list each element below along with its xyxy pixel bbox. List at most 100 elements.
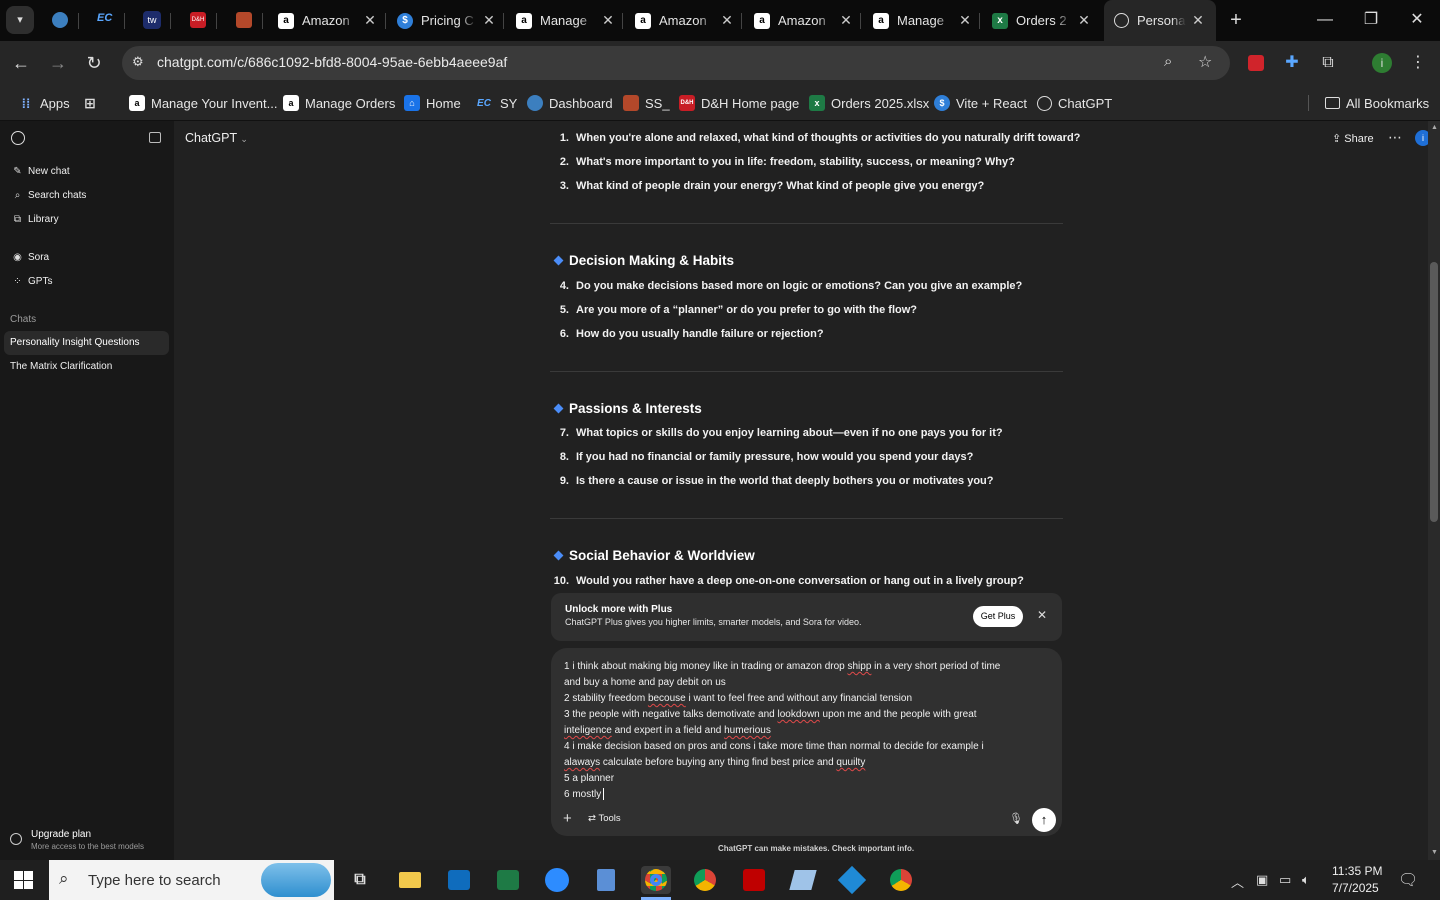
- bookmark-sy[interactable]: EC SY: [474, 93, 517, 113]
- tab-orders[interactable]: x Orders 2 ✕: [992, 6, 1092, 35]
- excel-icon[interactable]: [493, 866, 523, 894]
- extension-red-icon[interactable]: [1244, 51, 1268, 75]
- get-plus-button[interactable]: Get Plus: [973, 606, 1023, 627]
- tab-groups-icon: ⊞: [84, 94, 96, 111]
- model-selector[interactable]: ChatGPT ⌄: [185, 131, 248, 145]
- close-tab-icon[interactable]: ✕: [362, 12, 378, 29]
- task-view-icon[interactable]: ⧉: [345, 866, 375, 894]
- bookmark-ss[interactable]: SS_: [623, 93, 670, 113]
- restore-button[interactable]: ❐: [1356, 8, 1386, 32]
- bookmark-manage-orders[interactable]: a Manage Orders: [283, 93, 395, 113]
- bookmark-dh-home[interactable]: D&H D&H Home page: [679, 93, 799, 113]
- share-button[interactable]: ⇪ Share: [1332, 132, 1374, 145]
- tab-manage-1[interactable]: a Manage ✕: [516, 6, 616, 35]
- close-tab-icon[interactable]: ✕: [719, 12, 735, 29]
- bookmark-orders-xlsx[interactable]: x Orders 2025.xlsx: [809, 93, 929, 113]
- address-bar[interactable]: ⚙ chatgpt.com/c/686c1092-bfd8-8004-95ae-…: [122, 46, 1230, 80]
- notifications-icon[interactable]: 🗨︎: [1398, 870, 1418, 890]
- tools-button[interactable]: ⇄ Tools: [588, 813, 621, 824]
- calculator-icon[interactable]: [591, 866, 621, 894]
- clock-date[interactable]: 7/7/2025: [1332, 881, 1379, 895]
- chrome-icon[interactable]: [690, 866, 720, 894]
- clock-time[interactable]: 11:35 PM: [1332, 864, 1382, 878]
- scrollbar-thumb[interactable]: [1430, 262, 1438, 522]
- search-chats-button[interactable]: ⌕ Search chats: [12, 190, 87, 201]
- more-options-icon[interactable]: ⋯: [1388, 129, 1402, 146]
- windows-start-icon[interactable]: [14, 871, 33, 889]
- taskbar-search-box[interactable]: ⌕ Type here to search: [49, 860, 334, 900]
- bookmark-manage-inventory[interactable]: a Manage Your Invent...: [129, 93, 277, 113]
- new-chat-button[interactable]: ✎ New chat: [12, 166, 69, 177]
- bookmark-star-icon[interactable]: ☆: [1198, 52, 1212, 72]
- url-text[interactable]: chatgpt.com/c/686c1092-bfd8-8004-95ae-6e…: [157, 54, 507, 70]
- tab-amazon-1[interactable]: a Amazon ✕: [278, 6, 378, 35]
- browser-menu-icon[interactable]: ⋮: [1406, 51, 1430, 75]
- library-button[interactable]: ⧉ Library: [12, 214, 59, 225]
- show-hidden-icons[interactable]: ︿: [1231, 872, 1244, 891]
- close-tab-icon[interactable]: ✕: [838, 12, 854, 29]
- chat-item[interactable]: The Matrix Clarification: [10, 361, 112, 372]
- tab-personality-active[interactable]: Personali ✕: [1104, 0, 1216, 41]
- site-info-icon[interactable]: ⚙: [132, 54, 144, 70]
- gpts-button[interactable]: ⁘ GPTs: [12, 276, 52, 287]
- close-sidebar-icon[interactable]: [149, 132, 161, 143]
- chrome-icon-active[interactable]: [641, 866, 671, 894]
- close-tab-icon[interactable]: ✕: [1076, 12, 1092, 29]
- tab-pricing[interactable]: $ Pricing C ✕: [397, 6, 497, 35]
- outlook-icon[interactable]: [444, 866, 474, 894]
- page-scrollbar[interactable]: ▲ ▼: [1428, 121, 1440, 860]
- pinned-tab-ec[interactable]: EC: [97, 12, 115, 28]
- filezilla-icon[interactable]: [739, 866, 769, 894]
- close-window-button[interactable]: ✕: [1402, 8, 1432, 32]
- close-tab-icon[interactable]: ✕: [957, 12, 973, 29]
- tray-network-warning-icon[interactable]: ▣: [1256, 872, 1268, 888]
- bookmark-home[interactable]: ⌂ Home: [404, 93, 461, 113]
- pinned-tab-dashboard[interactable]: [52, 12, 68, 28]
- bookmark-chatgpt[interactable]: ChatGPT: [1037, 93, 1112, 113]
- forward-button[interactable]: →: [45, 51, 71, 75]
- bookmark-all[interactable]: All Bookmarks: [1325, 93, 1429, 113]
- message-composer[interactable]: 1 i think about making big money like in…: [551, 648, 1062, 836]
- message-input[interactable]: 1 i think about making big money like in…: [564, 659, 1054, 803]
- close-tab-icon[interactable]: ✕: [481, 12, 497, 29]
- bookmark-dashboard[interactable]: Dashboard: [527, 93, 613, 113]
- bookmark-apps[interactable]: ⁞⁞ Apps: [18, 93, 70, 113]
- tab-manage-2[interactable]: a Manage ✕: [873, 6, 973, 35]
- minimize-button[interactable]: —: [1310, 8, 1340, 32]
- reload-button[interactable]: ↻: [81, 51, 107, 75]
- dashboard-app-icon[interactable]: [837, 865, 867, 895]
- pinned-tab-ss[interactable]: [236, 12, 252, 28]
- tab-search-button[interactable]: ▾: [6, 6, 34, 34]
- upgrade-plan-button[interactable]: Upgrade plan More access to the best mod…: [10, 828, 170, 854]
- network-icon[interactable]: ▭: [1279, 872, 1291, 888]
- pinned-tab-dh[interactable]: D&H: [190, 12, 206, 28]
- sora-button[interactable]: ◉ Sora: [12, 252, 49, 263]
- bookmark-tab-groups[interactable]: ⊞: [82, 93, 104, 113]
- add-attachment-icon[interactable]: +: [563, 810, 572, 827]
- pinned-tab-tw[interactable]: tw: [143, 11, 161, 29]
- zoom-app-icon[interactable]: [542, 866, 572, 894]
- send-button[interactable]: ↑: [1032, 808, 1056, 832]
- file-explorer-icon[interactable]: [395, 866, 425, 894]
- scroll-down-arrow[interactable]: ▼: [1431, 849, 1438, 856]
- gpts-grid-icon: ⁘: [13, 276, 22, 287]
- close-icon[interactable]: ✕: [1037, 608, 1047, 622]
- tab-amazon-3[interactable]: a Amazon ✕: [754, 6, 854, 35]
- volume-icon[interactable]: 🔈︎: [1302, 872, 1310, 888]
- close-tab-icon[interactable]: ✕: [600, 12, 616, 29]
- back-button[interactable]: ←: [8, 51, 34, 75]
- bookmark-vite-react[interactable]: $ Vite + React: [934, 93, 1027, 113]
- zoom-icon[interactable]: ⌕: [1164, 53, 1172, 70]
- extensions-puzzle-icon[interactable]: ⧉: [1316, 51, 1340, 75]
- close-tab-icon[interactable]: ✕: [1190, 12, 1206, 29]
- new-tab-button[interactable]: +: [1221, 8, 1251, 32]
- openai-logo-icon[interactable]: [11, 131, 25, 145]
- tab-amazon-2[interactable]: a Amazon ✕: [635, 6, 735, 35]
- scroll-up-arrow[interactable]: ▲: [1431, 124, 1438, 131]
- extension-blue-icon[interactable]: ✚: [1280, 51, 1304, 75]
- chat-item-active[interactable]: Personality Insight Questions: [4, 331, 169, 355]
- chrome-profile-icon[interactable]: [886, 866, 916, 894]
- notes-app-icon[interactable]: [788, 866, 818, 894]
- profile-avatar[interactable]: i: [1370, 51, 1394, 75]
- microphone-icon[interactable]: 🎙︎: [1009, 812, 1023, 825]
